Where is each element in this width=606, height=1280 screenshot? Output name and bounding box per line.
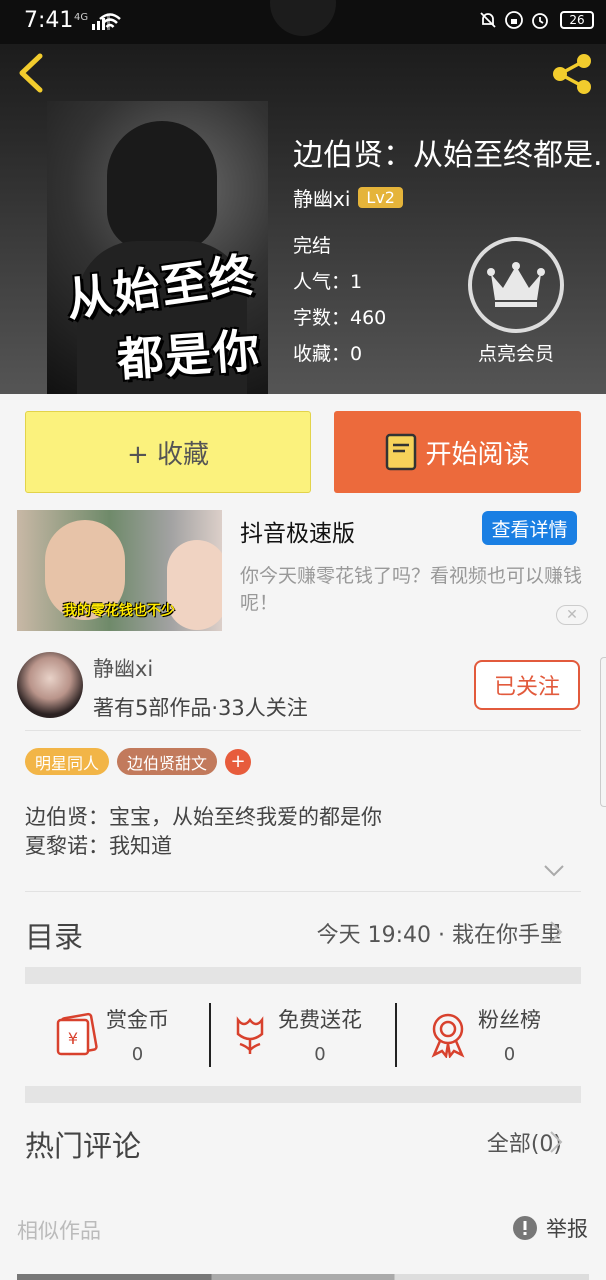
fan-ranking-button[interactable]: 粉丝榜 0 <box>428 1004 541 1068</box>
alarm-icon <box>532 13 548 29</box>
divider <box>25 730 581 731</box>
start-reading-button[interactable]: 开始阅读 <box>334 411 581 493</box>
vip-label: 点亮会员 <box>477 343 554 365</box>
crown-icon <box>487 262 545 307</box>
reward-coin-count: 0 <box>131 1044 144 1065</box>
similar-works-title: 相似作品 <box>17 1219 101 1243</box>
author-name[interactable]: 静幽xi <box>93 653 153 683</box>
back-icon[interactable] <box>14 52 50 94</box>
book-header: 7:41 4G 26 从始至终 都是你 边伯贤：从始至终都是... 静幽xi L… <box>0 0 606 394</box>
status-time: 7:41 <box>24 8 74 33</box>
book-author[interactable]: 静幽xi <box>293 183 350 212</box>
send-flower-button[interactable]: 免费送花 0 <box>230 1004 362 1068</box>
follow-button[interactable]: 已关注 <box>474 660 580 710</box>
divider <box>25 891 581 892</box>
bell-off-icon <box>480 12 496 28</box>
reward-coin-label: 赏金币 <box>106 1008 169 1032</box>
send-flower-label: 免费送花 <box>278 1008 362 1032</box>
status-icons: 26 <box>478 10 594 30</box>
send-flower-count: 0 <box>314 1044 326 1065</box>
fan-ranking-label: 粉丝榜 <box>478 1008 541 1032</box>
network-type: 4G <box>74 12 89 23</box>
book-favorites: 收藏：0 <box>293 343 363 365</box>
book-popularity: 人气：1 <box>293 271 363 293</box>
author-avatar[interactable] <box>17 652 83 718</box>
chevron-right-icon[interactable] <box>549 1130 563 1154</box>
start-reading-label: 开始阅读 <box>425 439 530 470</box>
vip-circle <box>468 237 564 333</box>
lock-rotation-icon <box>505 11 523 29</box>
ad-thumbnail[interactable]: 我的零花钱也不少 <box>17 510 222 631</box>
toc-title[interactable]: 目录 <box>25 914 83 956</box>
report-button[interactable]: 举报 <box>512 1213 588 1243</box>
book-status: 完结 <box>293 235 332 257</box>
fan-ranking-count: 0 <box>503 1044 516 1065</box>
intro-line: 夏黎诺：我知道 <box>25 834 172 858</box>
add-tag-button[interactable]: + <box>225 748 252 775</box>
ad-thumb-person-right <box>167 540 222 630</box>
section-separator <box>25 967 581 984</box>
ad-description: 你今天赚零花钱了吗？看视频也可以赚钱呢！ <box>240 565 583 614</box>
medal-icon <box>431 1013 465 1058</box>
book-author-row[interactable]: 静幽xi Lv2 <box>293 183 403 212</box>
tag-item[interactable]: 明星同人 <box>25 748 110 775</box>
side-handle[interactable] <box>600 657 606 807</box>
similar-works-preview[interactable] <box>17 1274 589 1280</box>
ad-close-button[interactable]: ✕ <box>556 605 588 625</box>
book-cover[interactable]: 从始至终 都是你 <box>47 101 268 394</box>
vip-button[interactable]: 点亮会员 <box>466 237 566 366</box>
ad-thumb-caption: 我的零花钱也不少 <box>63 603 175 619</box>
author-stats: 著有5部作品·33人关注 <box>93 696 308 720</box>
share-icon[interactable] <box>550 52 594 96</box>
cover-figure-head <box>107 121 217 251</box>
ad-detail-button[interactable]: 查看详情 <box>482 511 577 545</box>
level-badge: Lv2 <box>358 187 403 208</box>
book-title: 边伯贤：从始至终都是... <box>293 138 603 173</box>
hot-comments-title: 热门评论 <box>25 1129 142 1163</box>
flower-icon <box>236 1016 264 1054</box>
warning-icon <box>513 1216 537 1240</box>
status-bar: 7:41 4G 26 <box>0 0 606 44</box>
reward-coin-button[interactable]: ¥ 赏金币 0 <box>54 1004 169 1068</box>
tag-item[interactable]: 边伯贤甜文 <box>117 748 218 775</box>
chevron-down-icon[interactable] <box>543 864 565 878</box>
chevron-right-icon[interactable] <box>549 920 563 944</box>
book-intro[interactable]: 边伯贤：宝宝，从始至终我爱的都是你 夏黎诺：我知道 <box>25 803 382 861</box>
section-separator <box>25 1086 581 1103</box>
camera-notch <box>270 0 336 36</box>
svg-text:¥: ¥ <box>68 1029 78 1048</box>
ad-title[interactable]: 抖音极速版 <box>240 514 355 548</box>
red-envelope-icon: ¥ <box>56 1012 98 1056</box>
tag-list: 明星同人 边伯贤甜文 + <box>25 748 252 775</box>
report-label: 举报 <box>546 1217 588 1241</box>
book-word-count: 字数：460 <box>293 307 387 329</box>
toc-latest-chapter[interactable]: 今天 19:40 · 栽在你手里 <box>317 917 562 949</box>
battery-indicator: 26 <box>560 11 594 29</box>
divider <box>209 1003 211 1067</box>
divider <box>395 1003 397 1067</box>
cover-text-line2: 都是你 <box>115 323 263 387</box>
book-icon <box>386 433 417 471</box>
collect-button[interactable]: + 收藏 <box>25 411 311 493</box>
wifi-icon <box>99 13 121 28</box>
intro-line: 边伯贤：宝宝，从始至终我爱的都是你 <box>25 805 382 829</box>
